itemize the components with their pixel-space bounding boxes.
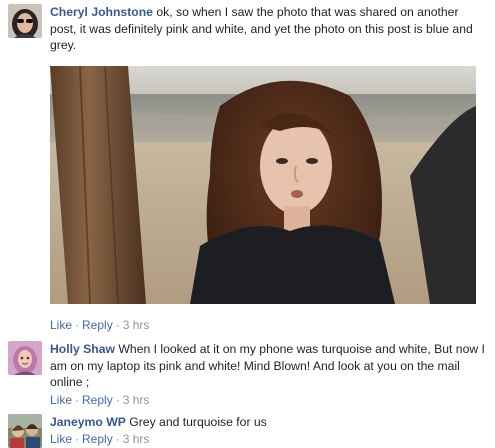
separator: ·	[115, 393, 120, 407]
avatar[interactable]	[8, 414, 42, 448]
comment-text: Grey and turquoise for us	[129, 415, 267, 429]
avatar[interactable]	[8, 4, 42, 38]
comment-body: Janeymo WP Grey and turquoise for us	[50, 414, 487, 431]
reply-link[interactable]: Reply	[82, 393, 113, 407]
comment-actions: Like · Reply · 3 hrs	[50, 432, 149, 446]
comment-body: Cheryl Johnstone ok, so when I saw the p…	[50, 4, 487, 54]
reply-link[interactable]: Reply	[82, 432, 113, 446]
avatar[interactable]	[8, 341, 42, 375]
separator: ·	[75, 432, 80, 446]
comment-author[interactable]: Cheryl Johnstone	[50, 5, 153, 19]
separator: ·	[115, 432, 120, 446]
reply-link[interactable]: Reply	[82, 318, 113, 332]
like-link[interactable]: Like	[50, 318, 72, 332]
comment-timestamp[interactable]: 3 hrs	[123, 432, 150, 446]
comment-timestamp[interactable]: 3 hrs	[123, 393, 150, 407]
comment-text: When I looked at it on my phone was turq…	[50, 342, 485, 389]
separator: ·	[75, 318, 80, 332]
comment-photo[interactable]	[50, 66, 476, 304]
comment-author[interactable]: Holly Shaw	[50, 342, 115, 356]
comment-actions: Like · Reply · 3 hrs	[50, 318, 149, 332]
comment-actions: Like · Reply · 3 hrs	[50, 393, 149, 407]
comment-body: Holly Shaw When I looked at it on my pho…	[50, 341, 487, 391]
comment-timestamp[interactable]: 3 hrs	[123, 318, 150, 332]
comments-thread: Cheryl Johnstone ok, so when I saw the p…	[0, 0, 495, 448]
comment-author[interactable]: Janeymo WP	[50, 415, 126, 429]
separator: ·	[115, 318, 120, 332]
like-link[interactable]: Like	[50, 432, 72, 446]
separator: ·	[75, 393, 80, 407]
like-link[interactable]: Like	[50, 393, 72, 407]
